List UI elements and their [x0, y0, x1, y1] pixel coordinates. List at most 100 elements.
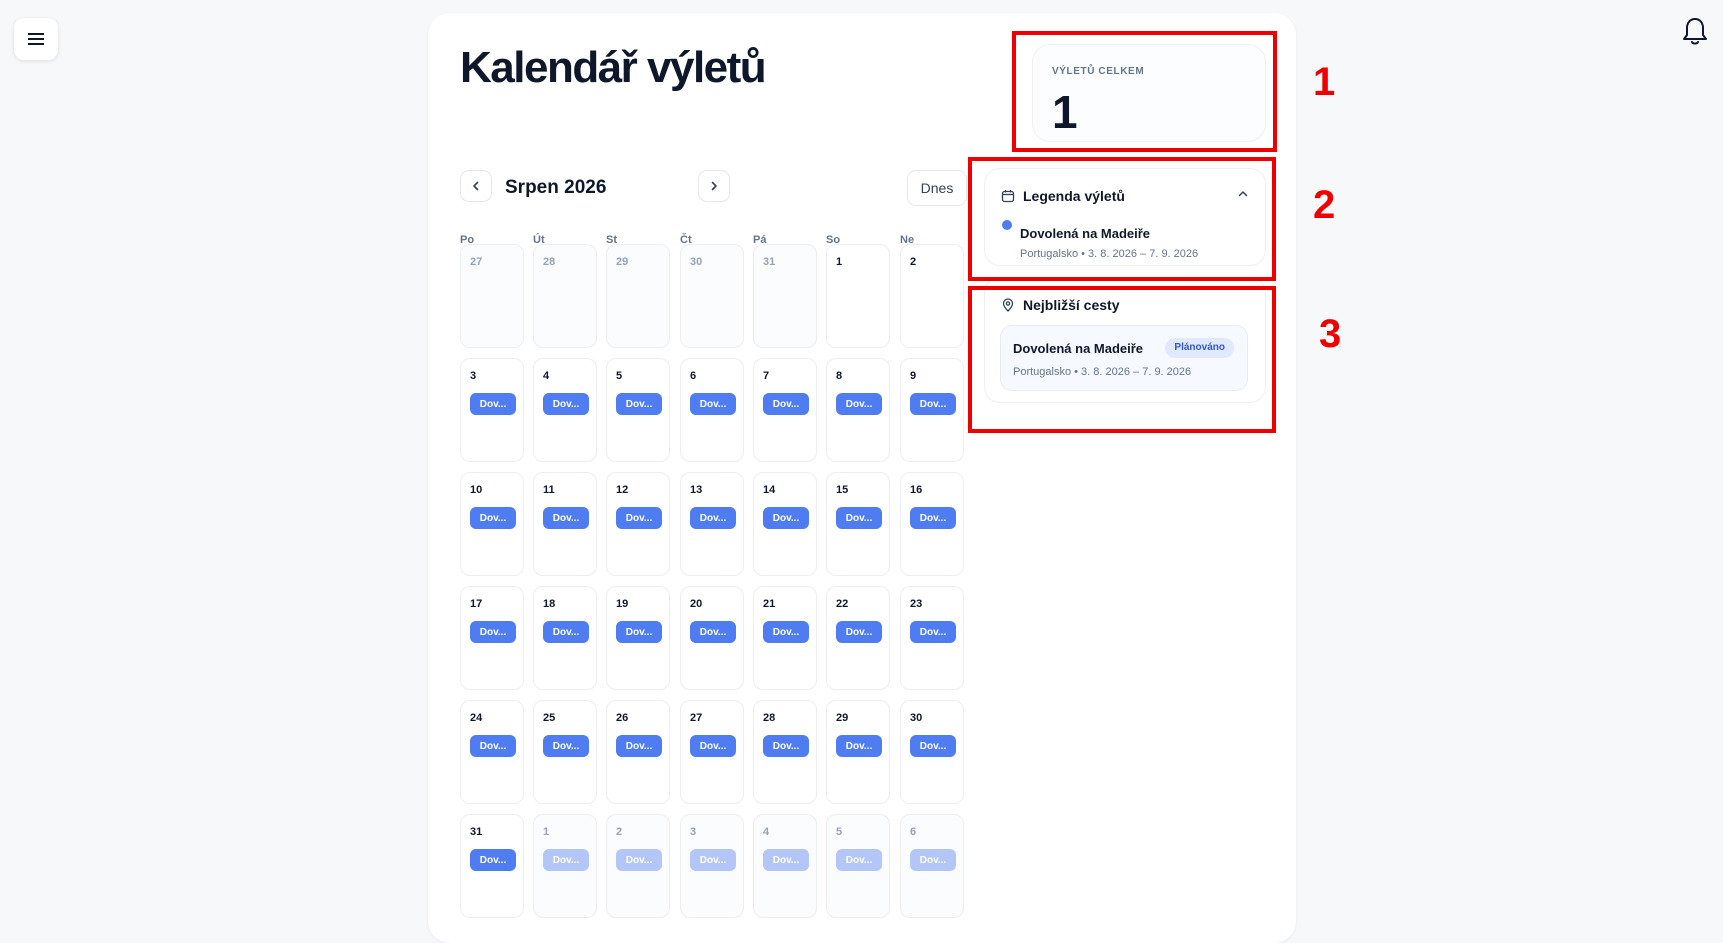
- trip-event-chip[interactable]: Dov...: [690, 849, 736, 871]
- calendar-day[interactable]: 25 Dov...: [533, 700, 597, 804]
- day-number: 18: [543, 598, 556, 610]
- calendar-day[interactable]: 7 Dov...: [753, 358, 817, 462]
- calendar-day[interactable]: 14 Dov...: [753, 472, 817, 576]
- calendar-day[interactable]: 5 Dov...: [606, 358, 670, 462]
- trip-event-chip[interactable]: Dov...: [763, 735, 809, 757]
- calendar-day[interactable]: 27: [460, 244, 524, 348]
- calendar-day[interactable]: 3 Dov...: [680, 814, 744, 918]
- calendar-day[interactable]: 15 Dov...: [826, 472, 890, 576]
- trip-event-chip[interactable]: Dov...: [910, 849, 956, 871]
- today-button[interactable]: Dnes: [907, 170, 967, 206]
- calendar-day[interactable]: 24 Dov...: [460, 700, 524, 804]
- trip-event-chip[interactable]: Dov...: [836, 507, 882, 529]
- trip-event-chip[interactable]: Dov...: [690, 507, 736, 529]
- calendar-day[interactable]: 16 Dov...: [900, 472, 964, 576]
- trip-event-chip[interactable]: Dov...: [616, 507, 662, 529]
- calendar-day[interactable]: 6 Dov...: [680, 358, 744, 462]
- trip-event-chip[interactable]: Dov...: [543, 393, 589, 415]
- trip-event-chip[interactable]: Dov...: [470, 849, 516, 871]
- day-number: 27: [470, 256, 483, 268]
- day-number: 15: [836, 484, 849, 496]
- day-number: 23: [910, 598, 923, 610]
- trip-event-chip[interactable]: Dov...: [690, 393, 736, 415]
- day-number: 22: [836, 598, 849, 610]
- calendar-day[interactable]: 20 Dov...: [680, 586, 744, 690]
- menu-button[interactable]: [14, 18, 58, 60]
- day-number: 28: [543, 256, 556, 268]
- calendar-day[interactable]: 1: [826, 244, 890, 348]
- trip-event-chip[interactable]: Dov...: [836, 735, 882, 757]
- trip-event-chip[interactable]: Dov...: [910, 621, 956, 643]
- calendar-day[interactable]: 29: [606, 244, 670, 348]
- trip-event-chip[interactable]: Dov...: [616, 735, 662, 757]
- calendar-day[interactable]: 19 Dov...: [606, 586, 670, 690]
- calendar-day[interactable]: 22 Dov...: [826, 586, 890, 690]
- calendar-day[interactable]: 10 Dov...: [460, 472, 524, 576]
- trip-event-chip[interactable]: Dov...: [763, 849, 809, 871]
- calendar-day[interactable]: 2 Dov...: [606, 814, 670, 918]
- annotation-box-2: [968, 157, 1276, 281]
- calendar-day[interactable]: 13 Dov...: [680, 472, 744, 576]
- day-number: 10: [470, 484, 483, 496]
- trip-event-chip[interactable]: Dov...: [690, 735, 736, 757]
- trip-event-chip[interactable]: Dov...: [690, 621, 736, 643]
- calendar-day[interactable]: 17 Dov...: [460, 586, 524, 690]
- day-number: 5: [836, 826, 843, 838]
- trip-event-chip[interactable]: Dov...: [910, 393, 956, 415]
- trip-event-chip[interactable]: Dov...: [470, 621, 516, 643]
- trip-event-chip[interactable]: Dov...: [836, 621, 882, 643]
- calendar-day[interactable]: 27 Dov...: [680, 700, 744, 804]
- day-number: 2: [616, 826, 623, 838]
- trip-event-chip[interactable]: Dov...: [543, 507, 589, 529]
- day-number: 17: [470, 598, 483, 610]
- notifications-button[interactable]: [1680, 14, 1710, 48]
- day-number: 7: [763, 370, 770, 382]
- trip-event-chip[interactable]: Dov...: [470, 507, 516, 529]
- trip-event-chip[interactable]: Dov...: [616, 393, 662, 415]
- calendar-day[interactable]: 18 Dov...: [533, 586, 597, 690]
- calendar-day[interactable]: 3 Dov...: [460, 358, 524, 462]
- trip-event-chip[interactable]: Dov...: [543, 849, 589, 871]
- day-number: 31: [763, 256, 776, 268]
- calendar-day[interactable]: 30: [680, 244, 744, 348]
- trip-event-chip[interactable]: Dov...: [763, 393, 809, 415]
- calendar-day[interactable]: 21 Dov...: [753, 586, 817, 690]
- calendar-day[interactable]: 26 Dov...: [606, 700, 670, 804]
- calendar-day[interactable]: 8 Dov...: [826, 358, 890, 462]
- calendar-day[interactable]: 29 Dov...: [826, 700, 890, 804]
- trip-event-chip[interactable]: Dov...: [836, 849, 882, 871]
- trip-event-chip[interactable]: Dov...: [910, 507, 956, 529]
- calendar-day[interactable]: 30 Dov...: [900, 700, 964, 804]
- calendar-day[interactable]: 23 Dov...: [900, 586, 964, 690]
- calendar-day[interactable]: 4 Dov...: [533, 358, 597, 462]
- next-month-button[interactable]: [698, 170, 730, 202]
- trip-event-chip[interactable]: Dov...: [763, 507, 809, 529]
- calendar-day[interactable]: 11 Dov...: [533, 472, 597, 576]
- trip-event-chip[interactable]: Dov...: [910, 735, 956, 757]
- trip-event-chip[interactable]: Dov...: [836, 393, 882, 415]
- trip-event-chip[interactable]: Dov...: [470, 393, 516, 415]
- calendar-day[interactable]: 1 Dov...: [533, 814, 597, 918]
- day-number: 9: [910, 370, 917, 382]
- trip-event-chip[interactable]: Dov...: [616, 621, 662, 643]
- trip-event-chip[interactable]: Dov...: [543, 621, 589, 643]
- prev-month-button[interactable]: [460, 170, 492, 202]
- annotation-box-1: [1012, 31, 1277, 152]
- calendar-day[interactable]: 5 Dov...: [826, 814, 890, 918]
- calendar-day[interactable]: 31: [753, 244, 817, 348]
- calendar-day[interactable]: 31 Dov...: [460, 814, 524, 918]
- calendar-day[interactable]: 12 Dov...: [606, 472, 670, 576]
- calendar-day[interactable]: 6 Dov...: [900, 814, 964, 918]
- calendar-day[interactable]: 2: [900, 244, 964, 348]
- trip-event-chip[interactable]: Dov...: [543, 735, 589, 757]
- calendar-day[interactable]: 4 Dov...: [753, 814, 817, 918]
- trip-event-chip[interactable]: Dov...: [470, 735, 516, 757]
- calendar-day[interactable]: 28: [533, 244, 597, 348]
- day-number: 16: [910, 484, 923, 496]
- calendar-day[interactable]: 28 Dov...: [753, 700, 817, 804]
- trip-event-chip[interactable]: Dov...: [616, 849, 662, 871]
- day-number: 3: [690, 826, 697, 838]
- calendar-day[interactable]: 9 Dov...: [900, 358, 964, 462]
- trip-event-chip[interactable]: Dov...: [763, 621, 809, 643]
- day-number: 6: [690, 370, 697, 382]
